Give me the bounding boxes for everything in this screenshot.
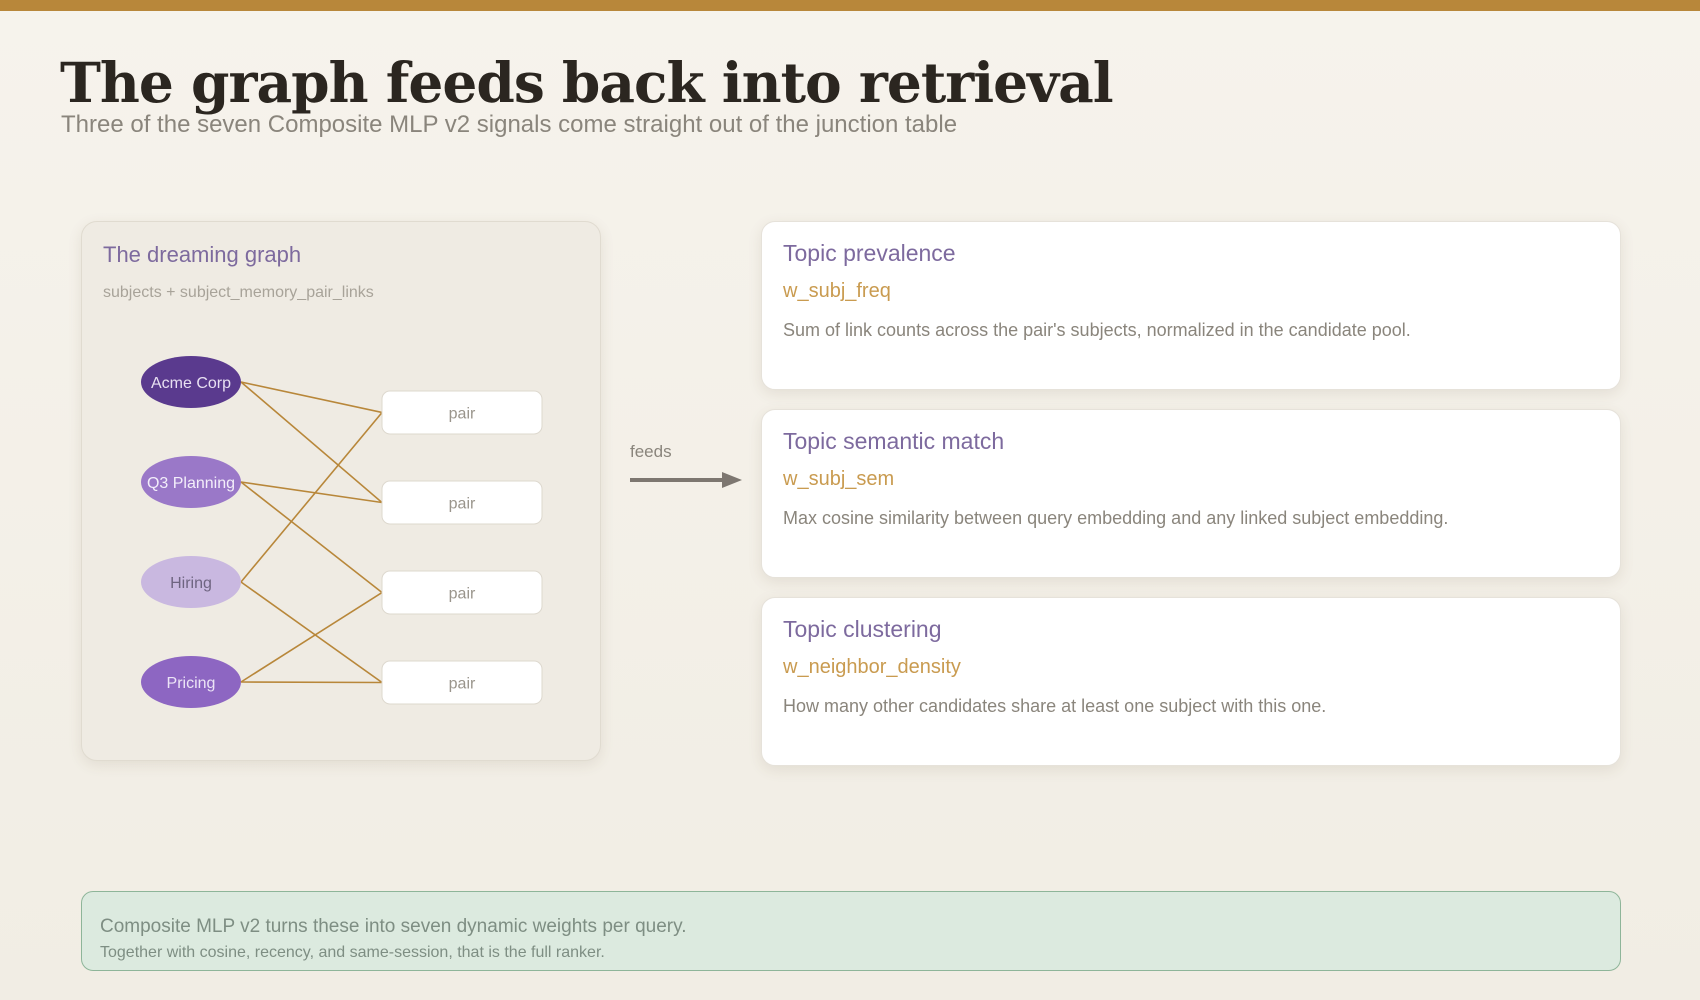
subject-node-label: Q3 Planning bbox=[147, 475, 235, 492]
pair-node-label: pair bbox=[449, 586, 476, 603]
signal-weight: w_neighbor_density bbox=[783, 656, 961, 678]
signal-card-topic-clustering: Topic clustering w_neighbor_density How … bbox=[761, 597, 1621, 766]
subject-pair-link bbox=[240, 591, 383, 683]
signal-description: Sum of link counts across the pair's sub… bbox=[783, 320, 1411, 340]
signal-card-topic-semantic-match: Topic semantic match w_subj_sem Max cosi… bbox=[761, 409, 1621, 578]
subject-node: Q3 Planning bbox=[141, 456, 241, 508]
bipartite-graph: Acme CorpQ3 PlanningHiringPricing pairpa… bbox=[141, 356, 543, 708]
pair-node: pair bbox=[381, 660, 543, 705]
pair-node: pair bbox=[381, 480, 543, 525]
subject-pair-link bbox=[240, 381, 383, 414]
subject-node: Acme Corp bbox=[141, 356, 241, 408]
subject-node-label: Acme Corp bbox=[151, 375, 231, 392]
pair-node-label: pair bbox=[449, 676, 476, 693]
subject-pair-link bbox=[240, 681, 383, 684]
subject-pair-link bbox=[240, 481, 383, 594]
summary-callout: Composite MLP v2 turns these into seven … bbox=[81, 891, 1621, 971]
links-layer bbox=[240, 381, 383, 684]
pair-node: pair bbox=[381, 390, 543, 435]
graph-panel: The dreaming graph subjects + subject_me… bbox=[81, 221, 601, 761]
pair-node: pair bbox=[381, 570, 543, 615]
page-subtitle: Three of the seven Composite MLP v2 sign… bbox=[61, 111, 958, 138]
signal-card-topic-prevalence: Topic prevalence w_subj_freq Sum of link… bbox=[761, 221, 1621, 390]
signal-weight: w_subj_sem bbox=[783, 468, 895, 490]
pair-node-label: pair bbox=[449, 406, 476, 423]
pair-node-label: pair bbox=[449, 496, 476, 513]
page-title: The graph feeds back into retrieval bbox=[60, 50, 1114, 115]
signal-name: Topic prevalence bbox=[783, 240, 956, 266]
subjects-layer: Acme Corp Q3 Planning Hiring Pricing bbox=[141, 356, 241, 708]
subject-node: Hiring bbox=[141, 556, 241, 608]
summary-line-secondary: Together with cosine, recency, and same-… bbox=[100, 944, 605, 961]
subject-node-label: Hiring bbox=[170, 575, 212, 592]
summary-line-primary: Composite MLP v2 turns these into seven … bbox=[100, 916, 687, 937]
signal-name: Topic clustering bbox=[783, 616, 942, 642]
subject-node: Pricing bbox=[141, 656, 241, 708]
subject-node-label: Pricing bbox=[167, 675, 216, 692]
signal-name: Topic semantic match bbox=[783, 428, 1005, 454]
subject-pair-link bbox=[240, 411, 383, 583]
subject-pair-link bbox=[240, 581, 383, 684]
top-accent-bar bbox=[0, 0, 1700, 11]
signal-description: Max cosine similarity between query embe… bbox=[783, 508, 1449, 528]
signal-weight: w_subj_freq bbox=[783, 280, 891, 302]
feeds-label: feeds bbox=[630, 442, 672, 461]
pairs-layer: pair pair pair pair bbox=[381, 390, 543, 705]
arrow-right-icon bbox=[630, 472, 742, 488]
signal-description: How many other candidates share at least… bbox=[783, 696, 1327, 716]
